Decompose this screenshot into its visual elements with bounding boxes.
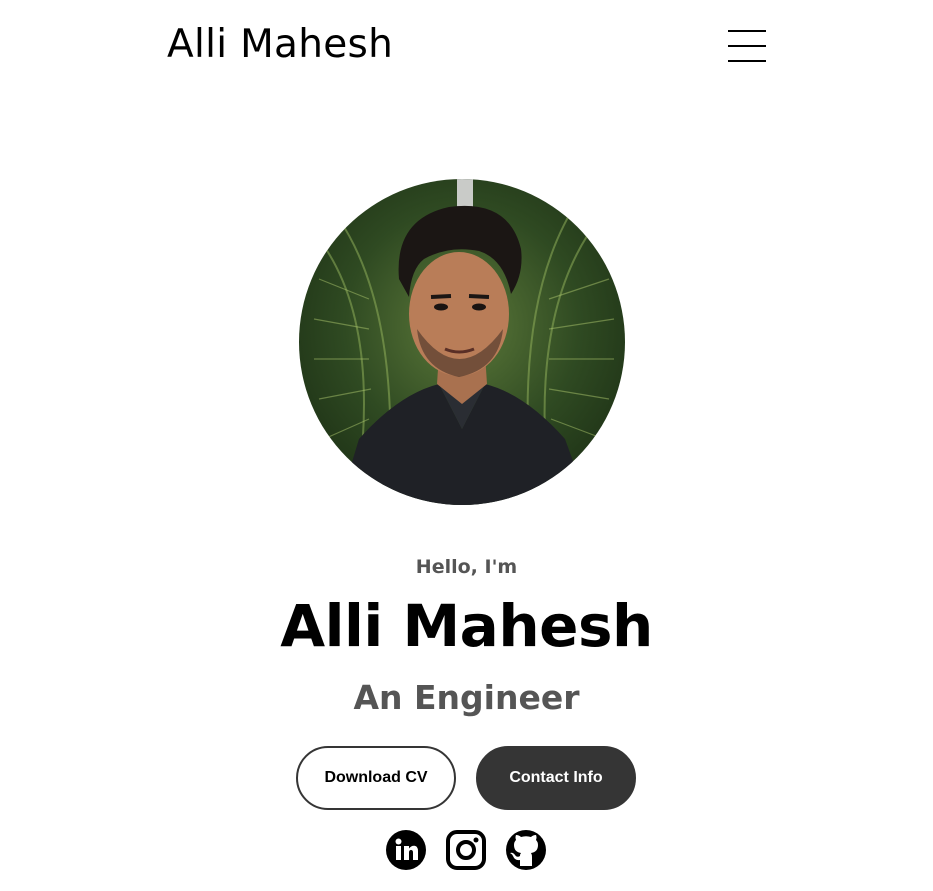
instagram-icon[interactable] [445, 829, 487, 871]
linkedin-icon[interactable] [385, 829, 427, 871]
site-logo[interactable]: Alli Mahesh [167, 22, 393, 67]
hamburger-line [728, 45, 766, 47]
greeting-text: Hello, I'm [415, 556, 518, 578]
navbar: Alli Mahesh [0, 0, 933, 92]
profile-name: Alli Mahesh [280, 592, 653, 660]
download-cv-button[interactable]: Download CV [296, 746, 456, 810]
hamburger-line [728, 30, 766, 32]
hamburger-line [728, 60, 766, 62]
profile-photo [299, 179, 625, 505]
social-links [0, 829, 933, 871]
github-icon[interactable] [505, 829, 547, 871]
hamburger-menu-icon[interactable] [728, 30, 766, 62]
contact-info-button[interactable]: Contact Info [476, 746, 636, 810]
profile-title: An Engineer [353, 678, 580, 717]
